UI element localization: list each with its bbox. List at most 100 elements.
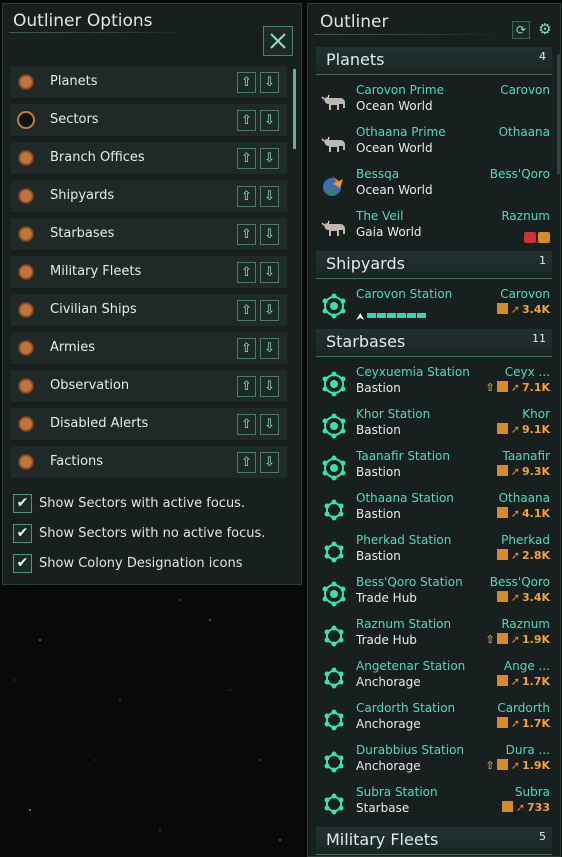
section-title: Shipyards xyxy=(326,254,405,273)
close-button[interactable] xyxy=(263,26,293,56)
power-icon: ➚ xyxy=(510,633,520,646)
row-name: Raznum Station xyxy=(356,617,452,631)
toggle-circle-icon[interactable] xyxy=(17,453,35,471)
outliner-options-panel: Outliner Options Planets ⇧ ⇩ Sectors ⇧ ⇩ Branc… xyxy=(2,3,302,585)
row-type: Anchorage xyxy=(356,759,421,773)
move-up-button[interactable]: ⇧ xyxy=(237,414,256,435)
starbase-row[interactable]: Cardorth Station Anchorage Cardorth ➚ 1.7K xyxy=(316,698,552,740)
planet-row[interactable]: Othaana Prime Ocean World Othaana xyxy=(316,122,552,164)
power-icon: ➚ xyxy=(510,423,520,436)
toggle-circle-icon[interactable] xyxy=(17,339,35,357)
toggle-circle-icon[interactable] xyxy=(17,263,35,281)
starbase-row[interactable]: Raznum Station Trade Hub Raznum ⇧ ➚ 1.9K xyxy=(316,614,552,656)
option-row[interactable]: Starbases ⇧ ⇩ xyxy=(11,218,287,251)
move-up-button[interactable]: ⇧ xyxy=(237,148,256,169)
toggle-circle-icon[interactable] xyxy=(17,377,35,395)
row-name: Ceyxuemia Station xyxy=(356,365,470,379)
option-row[interactable]: Armies ⇧ ⇩ xyxy=(11,332,287,365)
move-up-button[interactable]: ⇧ xyxy=(237,262,256,283)
row-name: Carovon Station xyxy=(356,287,453,301)
checkbox[interactable]: ✔ xyxy=(13,524,32,543)
row-name: The Veil xyxy=(356,209,404,223)
row-type: Bastion xyxy=(356,549,401,563)
toggle-circle-icon[interactable] xyxy=(17,149,35,167)
move-up-button[interactable]: ⇧ xyxy=(237,376,256,397)
section-planets[interactable]: Planets 4 xyxy=(316,47,552,75)
toggle-circle-icon[interactable] xyxy=(17,225,35,243)
move-down-button[interactable]: ⇩ xyxy=(260,72,279,93)
option-label: Disabled Alerts xyxy=(50,416,149,431)
move-down-button[interactable]: ⇩ xyxy=(260,414,279,435)
planet-row[interactable]: The Veil Gaia World Raznum xyxy=(316,206,552,248)
settings-button[interactable]: ⚙ xyxy=(536,21,554,39)
section-count: 1 xyxy=(539,254,546,267)
row-name: Pherkad Station xyxy=(356,533,452,547)
move-up-button[interactable]: ⇧ xyxy=(237,186,256,207)
option-row[interactable]: Disabled Alerts ⇧ ⇩ xyxy=(11,408,287,441)
refresh-button[interactable]: ⟳ xyxy=(512,21,530,39)
starbase-row[interactable]: Subra Station Starbase Subra ➚ 733 xyxy=(316,782,552,824)
starbase-row[interactable]: Angetenar Station Anchorage Ange ... ➚ 1.7K xyxy=(316,656,552,698)
checkbox[interactable]: ✔ xyxy=(13,554,32,573)
move-up-button[interactable]: ⇧ xyxy=(237,338,256,359)
move-down-button[interactable]: ⇩ xyxy=(260,300,279,321)
toggle-circle-icon[interactable] xyxy=(17,111,35,129)
title-underline xyxy=(9,32,189,33)
toggle-circle-icon[interactable] xyxy=(17,415,35,433)
option-row[interactable]: Factions ⇧ ⇩ xyxy=(11,446,287,479)
option-row[interactable]: Branch Offices ⇧ ⇩ xyxy=(11,142,287,175)
section-military-fleets[interactable]: Military Fleets 5 xyxy=(316,827,552,855)
move-up-button[interactable]: ⇧ xyxy=(237,72,256,93)
starbase-row[interactable]: Durabbius Station Anchorage Dura ... ⇧ ➚ 1.9K xyxy=(316,740,552,782)
shipyard-row[interactable]: Carovon Station ⮝ Carovon ➚ 3.4K xyxy=(316,284,552,326)
power-icon: ➚ xyxy=(510,303,520,316)
starbase-icon xyxy=(322,293,346,319)
move-down-button[interactable]: ⇩ xyxy=(260,376,279,397)
starbase-row[interactable]: Bess'Qoro Station Trade Hub Bess'Qoro ➚ 3.4K xyxy=(316,572,552,614)
row-type: Ocean World xyxy=(356,99,433,113)
starbase-row[interactable]: Taanafir Station Bastion Taanafir ➚ 9.3K xyxy=(316,446,552,488)
move-down-button[interactable]: ⇩ xyxy=(260,262,279,283)
move-down-button[interactable]: ⇩ xyxy=(260,186,279,207)
section-starbases[interactable]: Starbases 11 xyxy=(316,329,552,357)
move-up-button[interactable]: ⇧ xyxy=(237,452,256,473)
move-up-button[interactable]: ⇧ xyxy=(237,110,256,131)
row-name: Subra Station xyxy=(356,785,438,799)
option-row[interactable]: Sectors ⇧ ⇩ xyxy=(11,104,287,137)
checkbox[interactable]: ✔ xyxy=(13,494,32,513)
option-row[interactable]: Observation ⇧ ⇩ xyxy=(11,370,287,403)
toggle-circle-icon[interactable] xyxy=(17,187,35,205)
starbase-row[interactable]: Khor Station Bastion Khor ➚ 9.1K xyxy=(316,404,552,446)
power-icon: ➚ xyxy=(510,465,520,478)
move-down-button[interactable]: ⇩ xyxy=(260,110,279,131)
planet-row[interactable]: Bessqa Ocean World Bess'Qoro xyxy=(316,164,552,206)
starbase-row[interactable]: Pherkad Station Bastion Pherkad ➚ 2.8K xyxy=(316,530,552,572)
outliner-scrollbar[interactable] xyxy=(557,54,560,174)
starbase-row[interactable]: Othaana Station Bastion Othaana ➚ 4.1K xyxy=(316,488,552,530)
power-icon: ➚ xyxy=(510,549,520,562)
row-location: Bess'Qoro xyxy=(489,575,550,589)
move-down-button[interactable]: ⇩ xyxy=(260,148,279,169)
move-down-button[interactable]: ⇩ xyxy=(260,224,279,245)
starbase-row[interactable]: Ceyxuemia Station Bastion Ceyx ... ⇧ ➚ 7.1K xyxy=(316,362,552,404)
move-down-button[interactable]: ⇩ xyxy=(260,452,279,473)
row-power: ➚ 1.7K xyxy=(496,675,550,688)
row-location: Cardorth xyxy=(497,701,550,715)
move-up-button[interactable]: ⇧ xyxy=(237,224,256,245)
option-row[interactable]: Shipyards ⇧ ⇩ xyxy=(11,180,287,213)
fleet-icon xyxy=(496,717,508,728)
toggle-circle-icon[interactable] xyxy=(17,73,35,91)
option-row[interactable]: Planets ⇧ ⇩ xyxy=(11,66,287,99)
fleet-icon xyxy=(496,591,508,602)
move-up-button[interactable]: ⇧ xyxy=(237,300,256,321)
row-location: Othaana xyxy=(498,125,550,139)
options-scrollbar[interactable] xyxy=(293,69,296,149)
option-label: Starbases xyxy=(50,226,115,241)
move-down-button[interactable]: ⇩ xyxy=(260,338,279,359)
option-row[interactable]: Civilian Ships ⇧ ⇩ xyxy=(11,294,287,327)
planet-row[interactable]: Carovon Prime Ocean World Carovon xyxy=(316,80,552,122)
option-row[interactable]: Military Fleets ⇧ ⇩ xyxy=(11,256,287,289)
check-label: Show Sectors with no active focus. xyxy=(39,526,266,541)
section-shipyards[interactable]: Shipyards 1 xyxy=(316,251,552,279)
toggle-circle-icon[interactable] xyxy=(17,301,35,319)
